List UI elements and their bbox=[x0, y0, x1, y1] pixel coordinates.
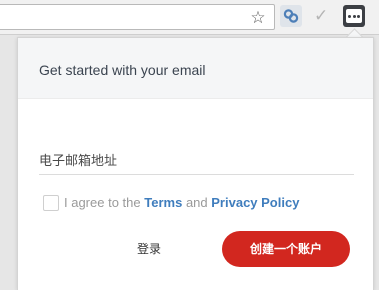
check-icon: ✓ bbox=[314, 6, 329, 26]
star-icon[interactable]: ☆ bbox=[249, 9, 267, 27]
ellipsis-icon bbox=[346, 9, 362, 23]
login-button[interactable]: 登录 bbox=[126, 239, 172, 259]
address-bar[interactable]: ☆ bbox=[0, 4, 275, 30]
email-field[interactable] bbox=[39, 148, 354, 175]
terms-checkbox[interactable] bbox=[43, 195, 59, 211]
privacy-policy-link[interactable]: Privacy Policy bbox=[211, 195, 299, 210]
agreement-text: I agree to the Terms and Privacy Policy bbox=[64, 195, 299, 211]
check-extension-button[interactable]: ✓ bbox=[311, 5, 333, 27]
link-icon bbox=[283, 9, 299, 23]
ellipsis-extension-button[interactable] bbox=[343, 5, 365, 27]
link-extension-button[interactable] bbox=[280, 5, 302, 27]
agree-prefix: I agree to the bbox=[64, 195, 141, 210]
terms-link[interactable]: Terms bbox=[144, 195, 182, 210]
popup-header: Get started with your email bbox=[18, 38, 373, 99]
popup-title: Get started with your email bbox=[39, 62, 206, 78]
and-text: and bbox=[185, 195, 208, 210]
signup-popup: Get started with your email I agree to t… bbox=[17, 37, 374, 290]
browser-toolbar: ☆ ✓ bbox=[0, 0, 379, 35]
create-account-button[interactable]: 创建一个账户 bbox=[222, 231, 350, 267]
